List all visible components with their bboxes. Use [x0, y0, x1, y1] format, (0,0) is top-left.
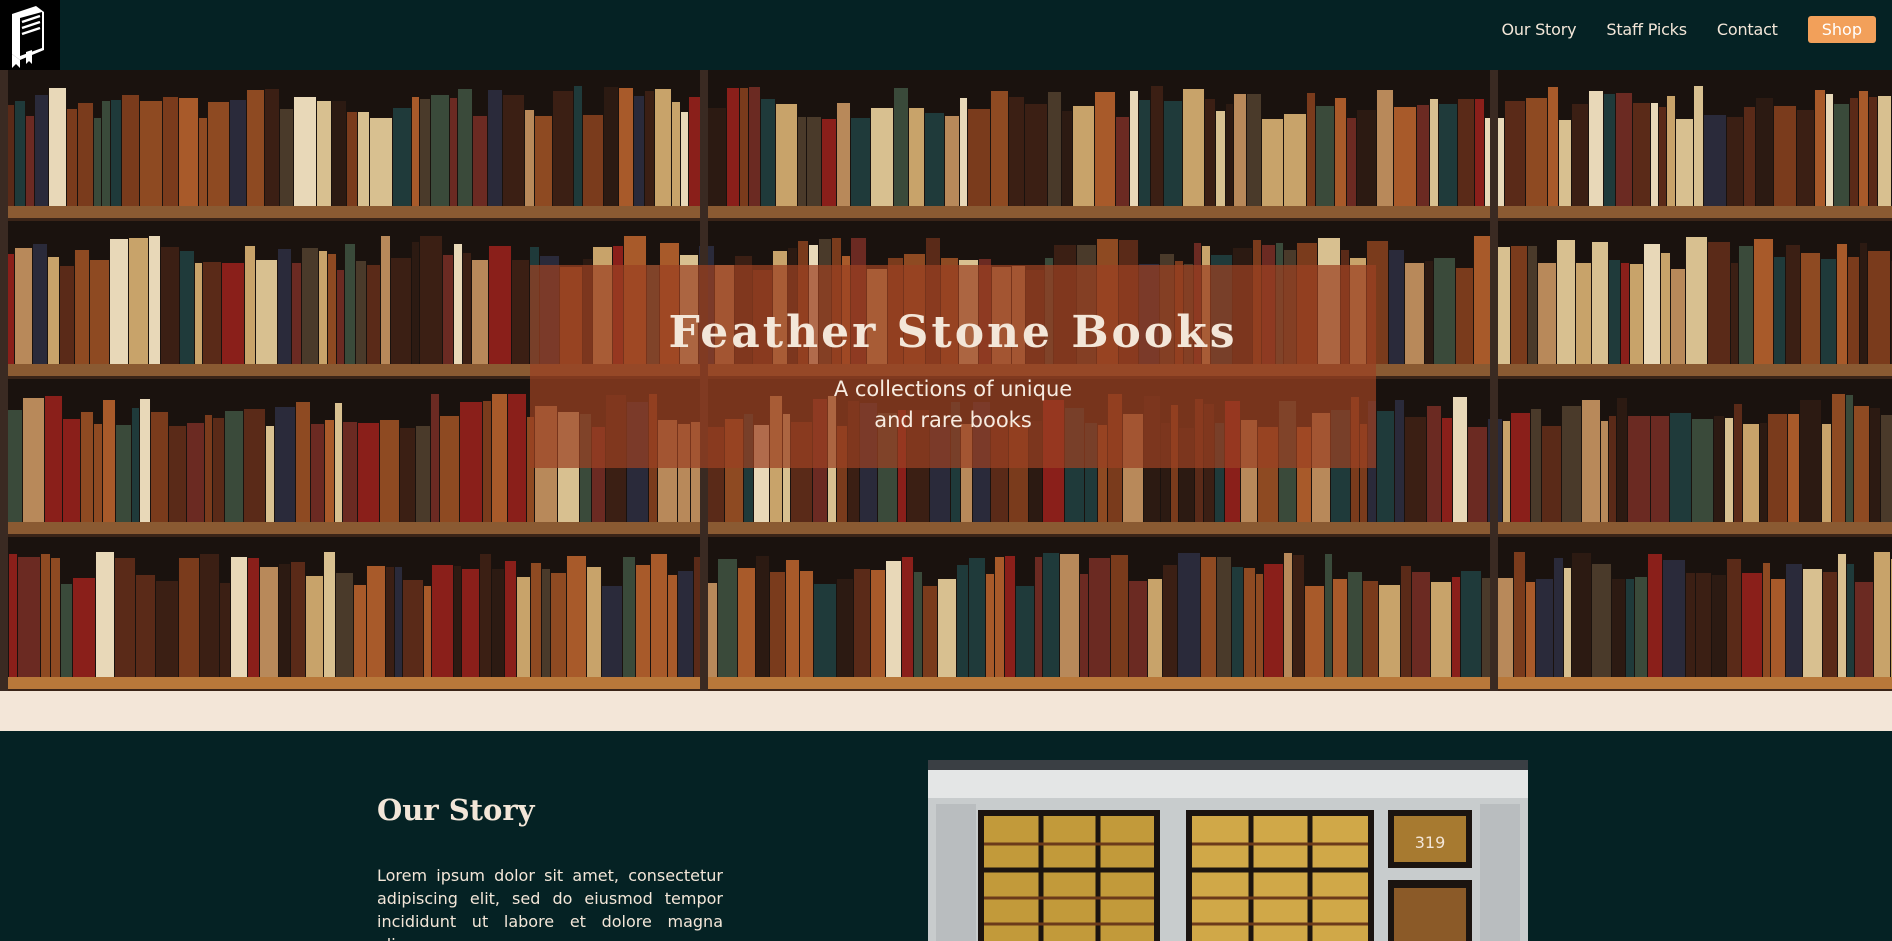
- hero-section: Feather Stone Books A collections of uni…: [0, 70, 1892, 691]
- shop-button[interactable]: Shop: [1807, 15, 1876, 43]
- story-text: Lorem ipsum dolor sit amet, consectetur …: [377, 866, 723, 941]
- hero-overlay: Feather Stone Books A collections of uni…: [530, 265, 1376, 468]
- top-nav: Our Story Staff Picks Contact Shop: [0, 0, 1892, 70]
- hero-subtitle-line2: and rare books: [874, 408, 1032, 432]
- hero-title: Feather Stone Books: [668, 307, 1238, 358]
- book-icon: [12, 6, 44, 68]
- story-title: Our Story: [377, 793, 535, 827]
- hero-subtitle: A collections of unique and rare books: [530, 374, 1376, 436]
- nav-links: Our Story Staff Picks Contact Shop: [1471, 15, 1876, 43]
- nav-our-story[interactable]: Our Story: [1501, 20, 1576, 39]
- divider-band: [0, 691, 1892, 731]
- nav-contact[interactable]: Contact: [1717, 20, 1778, 39]
- our-story-section: Our Story Lorem ipsum dolor sit amet, co…: [0, 731, 1892, 941]
- nav-staff-picks[interactable]: Staff Picks: [1606, 20, 1687, 39]
- bookstore-window-image: 319: [928, 760, 1528, 941]
- store-sign-number: 319: [1415, 833, 1446, 852]
- logo[interactable]: [0, 0, 60, 70]
- storefront-illustration: 319: [928, 760, 1528, 941]
- hero-subtitle-line1: A collections of unique: [833, 377, 1073, 401]
